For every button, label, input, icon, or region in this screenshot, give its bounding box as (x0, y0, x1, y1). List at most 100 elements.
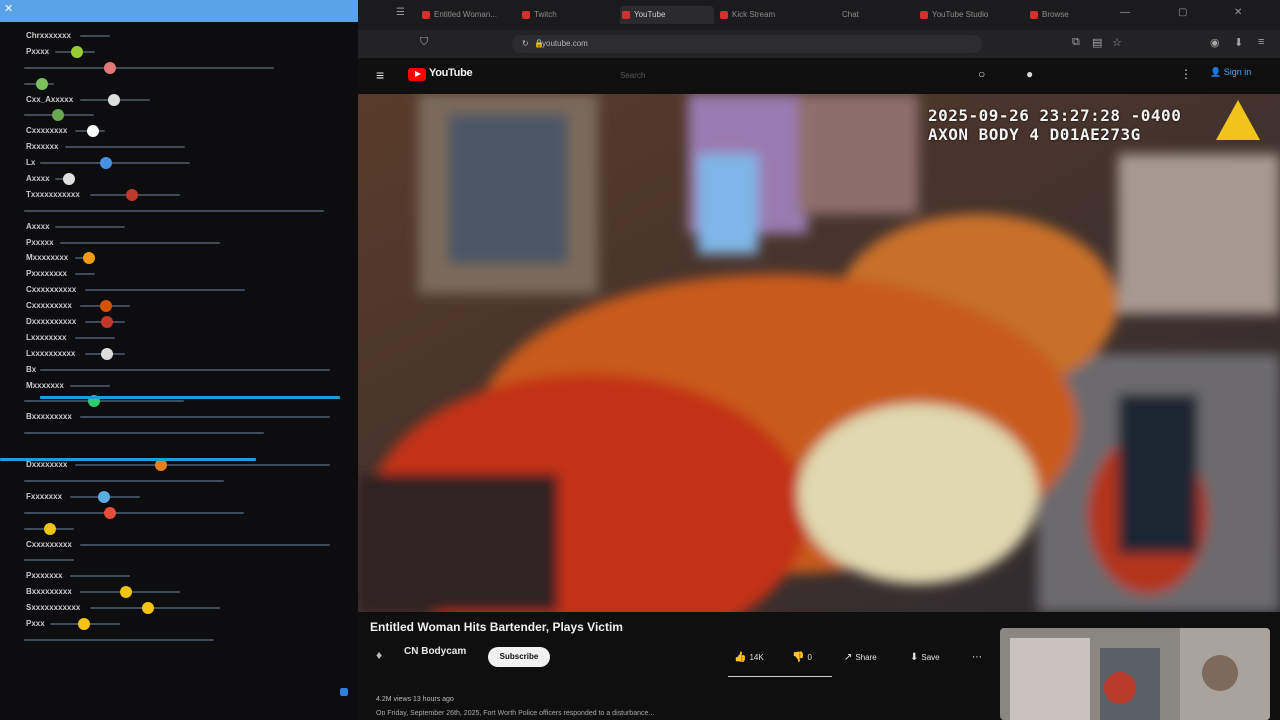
chat-username[interactable]: Cxxxxxxxxx (26, 537, 72, 553)
chat-message[interactable]: Fxxxxxxx (0, 489, 358, 505)
browser-tab[interactable]: Entitled Woman... (420, 6, 514, 24)
search-icon[interactable]: ○ (978, 67, 985, 81)
chat-message[interactable]: Cxxxxxxxxx (0, 298, 358, 314)
chat-message[interactable]: Lx (0, 155, 358, 171)
more-options-icon[interactable]: ⋮ (1180, 67, 1192, 81)
chat-message[interactable]: Sxxxxxxxxxxx (0, 600, 358, 616)
chat-message[interactable] (0, 473, 358, 489)
chat-message[interactable]: Cxxxxxxxx (0, 123, 358, 139)
chat-message[interactable] (0, 632, 358, 648)
reload-icon[interactable]: ↻ (522, 35, 529, 53)
bookmark-icon[interactable]: ☆ (1112, 36, 1122, 49)
chat-message[interactable]: Chrxxxxxxx (0, 28, 358, 44)
chat-username[interactable]: Pxxxxxxxx (26, 266, 67, 282)
chat-scroll-indicator[interactable] (340, 688, 348, 696)
chat-message[interactable]: Lxxxxxxxxxx (0, 346, 358, 362)
chat-username[interactable]: Pxxxxx (26, 235, 54, 251)
chat-username[interactable]: Mxxxxxxxx (26, 250, 68, 266)
recommended-video-thumbnail[interactable] (1000, 628, 1270, 720)
chat-message[interactable]: Pxxx (0, 616, 358, 632)
chat-username[interactable]: Cxx_Axxxxx (26, 92, 73, 108)
chat-message[interactable] (0, 521, 358, 537)
chat-username[interactable]: Bxxxxxxxxx (26, 584, 72, 600)
chat-message[interactable]: Lxxxxxxxx (0, 330, 358, 346)
video-meta[interactable]: 4.2M views 13 hours ago (376, 696, 454, 703)
chat-message[interactable] (0, 441, 358, 457)
close-icon[interactable]: ✕ (4, 2, 13, 15)
menu-icon[interactable]: ≡ (1258, 36, 1264, 48)
reader-icon[interactable]: ▤ (1092, 36, 1102, 49)
guide-menu-icon[interactable]: ≡ (376, 67, 384, 83)
browser-tab[interactable]: Browse (1028, 6, 1122, 24)
more-actions-button[interactable]: ⋯ (972, 648, 985, 668)
tab-list-icon[interactable]: ☰ (396, 7, 405, 18)
channel-name[interactable]: CN Bodycam (404, 646, 466, 657)
chat-username[interactable]: Axxxx (26, 171, 50, 187)
profile-icon[interactable]: ◉ (1210, 36, 1220, 49)
chat-username[interactable]: Lxxxxxxxx (26, 330, 66, 346)
chat-message[interactable] (0, 425, 358, 441)
chat-header-bar[interactable]: ✕ (0, 0, 358, 22)
save-button[interactable]: ⬇ Save (910, 648, 940, 668)
browser-tab[interactable]: Kick Stream (718, 6, 812, 24)
chat-message[interactable]: Cxx_Axxxxx (0, 92, 358, 108)
chat-username[interactable]: Sxxxxxxxxxxx (26, 600, 80, 616)
chat-username[interactable]: Axxxx (26, 219, 50, 235)
chat-username[interactable]: Mxxxxxxx (26, 378, 64, 394)
chat-message[interactable]: Pxxxxx (0, 235, 358, 251)
chat-message[interactable]: Mxxxxxxxx (0, 250, 358, 266)
chat-username[interactable]: Cxxxxxxxx (26, 123, 67, 139)
chat-message[interactable]: Mxxxxxxx (0, 378, 358, 394)
chat-message[interactable]: Dxxxxxxxxxx (0, 314, 358, 330)
downloads-icon[interactable]: ⬇ (1234, 36, 1243, 49)
browser-tab[interactable]: YouTube Studio (918, 6, 1012, 24)
microphone-icon[interactable]: ● (1026, 67, 1033, 81)
sign-in-button[interactable]: 👤 Sign in (1210, 67, 1251, 78)
url-text[interactable]: youtube.com (542, 39, 588, 48)
chat-message[interactable]: Pxxxx (0, 44, 358, 60)
chat-message[interactable]: Rxxxxxx (0, 139, 358, 155)
chat-username[interactable]: Dxxxxxxxxxx (26, 314, 76, 330)
chat-message[interactable] (0, 505, 358, 521)
chat-username[interactable]: Chrxxxxxxx (26, 28, 71, 44)
browser-tab[interactable]: YouTube (620, 6, 714, 24)
video-description[interactable]: On Friday, September 26th, 2025, Fort Wo… (376, 710, 654, 717)
chat-message[interactable]: Bxxxxxxxxx (0, 409, 358, 425)
shield-icon[interactable]: ⛉ (420, 36, 428, 49)
chat-message[interactable] (0, 76, 358, 92)
chat-username[interactable]: Lxxxxxxxxxx (26, 346, 75, 362)
share-button[interactable]: ↗ Share (844, 648, 877, 668)
chat-username[interactable]: Pxxx (26, 616, 45, 632)
chat-message[interactable]: Cxxxxxxxxxx (0, 282, 358, 298)
dislike-button[interactable]: 👎 0 (792, 648, 812, 668)
chat-username[interactable]: Pxxxx (26, 44, 49, 60)
chat-username[interactable]: Rxxxxxx (26, 139, 58, 155)
chat-username[interactable]: Bx (26, 362, 36, 378)
subscribe-button[interactable]: Subscribe (488, 647, 550, 667)
like-button[interactable]: 👍 14K (734, 648, 764, 668)
video-player[interactable]: 2025-09-26 23:27:28 -0400 AXON BODY 4 D0… (358, 94, 1280, 612)
chat-username[interactable]: Txxxxxxxxxxx (26, 187, 80, 203)
browser-tab[interactable]: Twitch (520, 6, 614, 24)
chat-message[interactable]: Axxxx (0, 171, 358, 187)
chat-message[interactable]: Txxxxxxxxxxx (0, 187, 358, 203)
chat-message[interactable] (0, 60, 358, 76)
chat-username[interactable]: Pxxxxxxx (26, 568, 62, 584)
chat-message[interactable]: Bx (0, 362, 358, 378)
chat-username[interactable]: Cxxxxxxxxx (26, 298, 72, 314)
chat-message[interactable]: Axxxx (0, 219, 358, 235)
browser-tab[interactable]: Chat (828, 6, 922, 24)
chat-username[interactable]: Bxxxxxxxxx (26, 409, 72, 425)
chat-username[interactable]: Cxxxxxxxxxx (26, 282, 76, 298)
extensions-icon[interactable]: ⧉ (1072, 36, 1080, 49)
chat-message[interactable] (0, 203, 358, 219)
chat-message[interactable]: Pxxxxxxx (0, 568, 358, 584)
chat-message[interactable] (0, 552, 358, 568)
chat-message[interactable]: Pxxxxxxxx (0, 266, 358, 282)
search-input[interactable]: Search (606, 66, 966, 86)
chat-username[interactable]: Fxxxxxxx (26, 489, 62, 505)
chat-message[interactable]: Cxxxxxxxxx (0, 537, 358, 553)
chat-message[interactable] (0, 107, 358, 123)
address-bar[interactable]: ↻ 🔒 youtube.com (512, 35, 982, 53)
channel-avatar-icon[interactable]: ♦ (376, 648, 382, 662)
